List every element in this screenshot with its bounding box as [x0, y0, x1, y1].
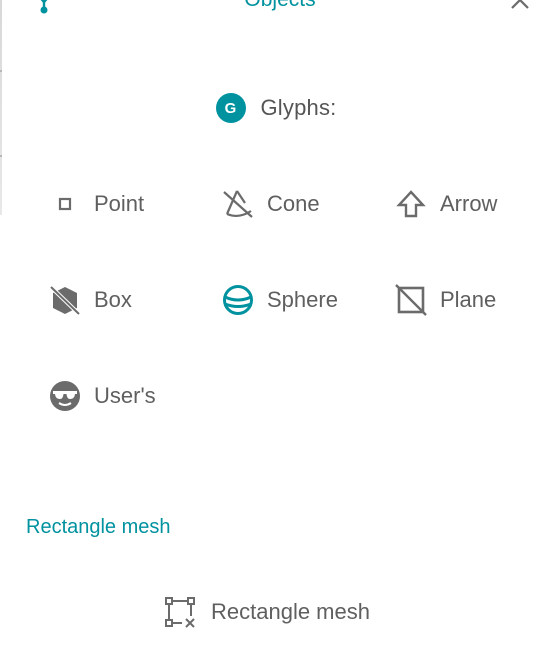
glyph-users-button[interactable]: User's — [48, 376, 218, 416]
glyph-label: Box — [94, 287, 132, 312]
panel-title: Objects — [0, 0, 560, 12]
glyph-label: Point — [94, 191, 145, 216]
glyph-label: User's — [94, 383, 156, 408]
glyph-plane-button[interactable]: Plane — [394, 280, 560, 320]
glyph-arrow-button[interactable]: Arrow — [394, 184, 560, 224]
close-icon[interactable] — [508, 0, 532, 12]
panel-header: Objects — [0, 0, 560, 14]
user-glyph-icon — [48, 379, 82, 413]
glyph-label: Plane — [440, 287, 497, 312]
glyphs-heading-label: Glyphs: — [260, 95, 337, 120]
glyph-label: Cone — [267, 191, 320, 216]
rectangle-mesh-icon — [162, 594, 198, 630]
edge-mark — [0, 155, 2, 157]
box-off-icon — [48, 283, 82, 317]
cone-icon — [221, 187, 255, 221]
sphere-icon — [221, 283, 255, 317]
rectangle-mesh-button[interactable]: Rectangle mesh — [162, 592, 402, 632]
glyph-label: Arrow — [440, 191, 498, 216]
glyph-sphere-button[interactable]: Sphere — [221, 280, 391, 320]
point-icon — [48, 187, 82, 221]
glyph-label: Sphere — [267, 287, 338, 312]
plane-icon — [394, 283, 428, 317]
arrow-up-icon — [394, 187, 428, 221]
rectangle-mesh-label: Rectangle mesh — [211, 599, 370, 624]
glyph-point-button[interactable]: Point — [48, 184, 218, 224]
rectangle-mesh-section-label: Rectangle mesh — [26, 516, 171, 538]
glyph-cone-button[interactable]: Cone — [221, 184, 391, 224]
glyphs-heading: G Glyphs: — [0, 92, 560, 124]
edge-mark — [0, 70, 2, 72]
objects-panel: Objects G Glyphs: Point — [0, 0, 560, 659]
glyph-box-button[interactable]: Box — [48, 280, 218, 320]
glyphs-badge-icon: G — [215, 93, 246, 123]
